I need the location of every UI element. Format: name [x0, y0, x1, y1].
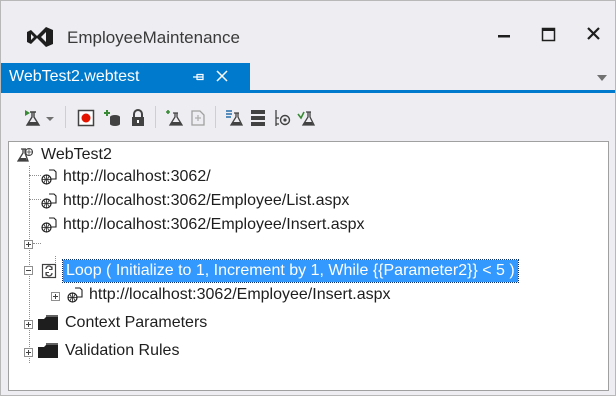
tree-root-webtest2[interactable]: WebTest2	[17, 144, 317, 166]
toolbar-separator	[155, 106, 156, 128]
tab-webtest2[interactable]: WebTest2.webtest	[1, 63, 250, 90]
maximize-icon[interactable]	[531, 19, 565, 49]
web-request-icon	[41, 193, 57, 209]
tree-item-context-parameters[interactable]: Context Parameters	[37, 312, 337, 334]
tree-item-label: http://localhost:3062/Employee/Insert.as…	[63, 216, 365, 233]
run-test-icon[interactable]	[23, 109, 41, 127]
tree-item-web-request[interactable]: http://localhost:3062/Employee/Insert.as…	[67, 284, 467, 306]
tree-item-loop[interactable]: Loop ( Initialize to 1, Increment by 1, …	[41, 259, 601, 283]
visual-studio-logo-icon	[27, 27, 53, 47]
tab-close-icon[interactable]	[215, 69, 229, 83]
document-tab-strip: WebTest2.webtest	[1, 63, 615, 93]
tab-label: WebTest2.webtest	[9, 68, 140, 85]
expand-icon[interactable]	[24, 240, 33, 249]
tree-item-label: Loop ( Initialize to 1, Increment by 1, …	[62, 259, 519, 283]
tree-connector-line	[29, 166, 30, 363]
toolbar-separator	[215, 106, 216, 128]
record-icon[interactable]	[77, 109, 95, 127]
webtest-toolbar	[1, 93, 615, 139]
web-request-icon	[41, 169, 57, 185]
tree-connector-line	[33, 243, 41, 244]
webtest-icon	[17, 147, 33, 162]
expand-icon[interactable]	[24, 348, 33, 357]
pin-icon[interactable]	[192, 70, 206, 84]
add-recorder-plugin-icon[interactable]	[165, 109, 183, 127]
collapse-icon[interactable]	[24, 266, 33, 275]
tree-item-label: Validation Rules	[65, 342, 180, 359]
toolbar-separator	[65, 106, 66, 128]
add-data-source-icon[interactable]	[103, 109, 121, 127]
minimize-icon[interactable]	[487, 19, 521, 49]
tree-item-label: http://localhost:3062/	[63, 168, 211, 185]
expand-icon[interactable]	[24, 320, 33, 329]
close-icon[interactable]	[577, 19, 611, 49]
tree-item-web-request[interactable]: http://localhost:3062/	[41, 166, 441, 188]
tree-item-validation-rules[interactable]: Validation Rules	[37, 340, 337, 362]
generate-code-icon[interactable]	[249, 109, 267, 127]
add-extraction-icon[interactable]	[297, 109, 315, 127]
window: EmployeeMaintenance WebTest2.webtest Web…	[0, 0, 616, 396]
tree-root-label: WebTest2	[41, 146, 112, 163]
tree-item-web-request[interactable]: http://localhost:3062/Employee/List.aspx	[41, 190, 441, 212]
web-request-icon	[41, 217, 57, 233]
tree-item-web-request[interactable]: http://localhost:3062/Employee/Insert.as…	[41, 214, 441, 236]
window-title: EmployeeMaintenance	[67, 28, 240, 47]
expand-icon[interactable]	[51, 292, 60, 301]
loop-icon	[41, 263, 57, 279]
add-web-test-plugin-icon[interactable]	[189, 109, 207, 127]
web-request-icon	[67, 287, 83, 303]
parameterize-servers-icon[interactable]	[225, 109, 243, 127]
tree-item-label: Context Parameters	[65, 314, 208, 331]
title-bar[interactable]: EmployeeMaintenance	[1, 1, 615, 63]
tree-item-label: http://localhost:3062/Employee/Insert.as…	[89, 286, 391, 303]
create-loop-icon[interactable]	[273, 109, 291, 127]
folder-icon	[38, 315, 58, 330]
tree-connector-line	[29, 175, 41, 176]
tab-overflow-dropdown-icon[interactable]	[597, 74, 607, 82]
tree-connector-line	[29, 199, 41, 200]
folder-icon	[38, 343, 58, 358]
run-test-dropdown-icon[interactable]	[45, 109, 55, 127]
tree-item-label: http://localhost:3062/Employee/List.aspx	[63, 192, 350, 209]
webtest-tree-view[interactable]: WebTest2 http://localhost:3062/ http://l…	[8, 141, 609, 391]
set-credentials-icon[interactable]	[129, 109, 147, 127]
